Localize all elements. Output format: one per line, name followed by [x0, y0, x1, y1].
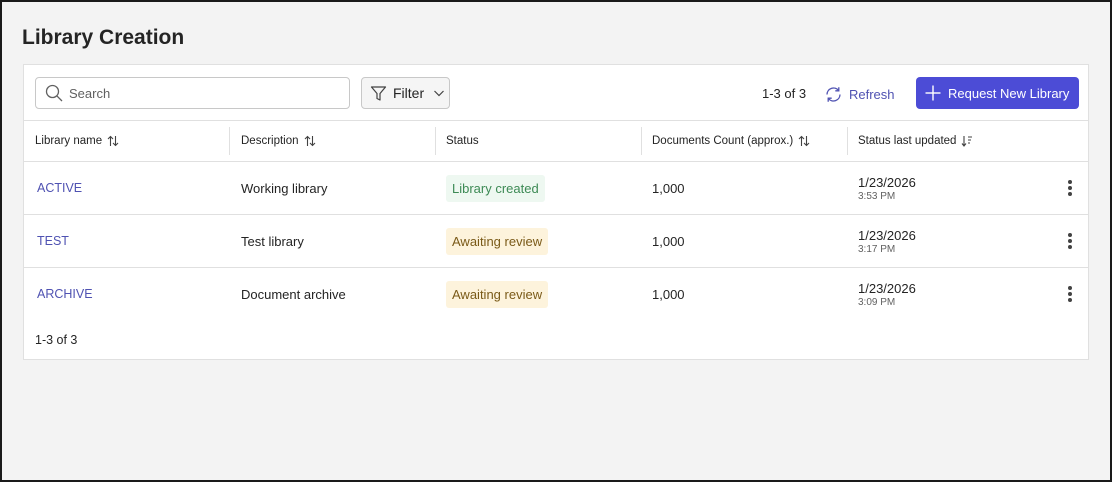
documents-count-cell: 1,000	[652, 180, 685, 196]
column-header-status: Status	[435, 121, 641, 161]
table-row[interactable]: ARCHIVE Document archive Awaiting review…	[24, 268, 1088, 321]
updated-date: 1/23/2026	[858, 280, 916, 296]
status-updated-cell: 1/23/2026 3:53 PM	[858, 162, 916, 214]
sort-icon	[107, 135, 119, 147]
status-badge: Awaiting review	[446, 227, 549, 255]
more-vertical-icon[interactable]	[1064, 178, 1076, 198]
search-box[interactable]	[35, 77, 350, 109]
sort-descending-icon	[961, 135, 973, 147]
updated-time: 3:53 PM	[858, 190, 896, 202]
status-badge: Awaiting review	[446, 280, 549, 308]
column-label: Library name	[35, 135, 103, 147]
library-name-link[interactable]: ARCHIVE	[37, 287, 93, 301]
description-cell: Working library	[241, 180, 328, 196]
search-icon	[45, 84, 63, 102]
footer-pagination-count: 1-3 of 3	[35, 333, 78, 347]
updated-date: 1/23/2026	[858, 227, 916, 243]
updated-time: 3:17 PM	[858, 243, 896, 255]
more-vertical-icon[interactable]	[1064, 284, 1076, 304]
refresh-icon	[824, 85, 843, 104]
request-new-library-label: Request New Library	[948, 85, 1070, 101]
library-table-card: Filter 1-3 of 3 Refresh	[23, 64, 1089, 360]
column-header-description[interactable]: Description	[230, 121, 435, 161]
more-vertical-icon[interactable]	[1064, 231, 1076, 251]
column-header-library-name[interactable]: Library name	[24, 121, 229, 161]
column-label: Status last updated	[858, 135, 957, 147]
table-row[interactable]: ACTIVE Working library Library created 1…	[24, 162, 1088, 215]
column-label: Status	[446, 135, 479, 147]
pagination-count: 1-3 of 3	[762, 86, 807, 101]
description-cell: Test library	[241, 233, 304, 249]
filter-button[interactable]: Filter	[361, 77, 450, 109]
updated-date: 1/23/2026	[858, 174, 916, 190]
filter-icon	[370, 85, 387, 102]
updated-time: 3:09 PM	[858, 296, 896, 308]
request-new-library-button[interactable]: Request New Library	[916, 77, 1079, 109]
status-badge: Library created	[446, 174, 545, 202]
column-header-status-last-updated[interactable]: Status last updated	[847, 121, 1090, 161]
page-title: Library Creation	[22, 26, 185, 49]
documents-count-cell: 1,000	[652, 286, 685, 302]
table-row[interactable]: TEST Test library Awaiting review 1,000 …	[24, 215, 1088, 268]
column-header-documents-count[interactable]: Documents Count (approx.)	[641, 121, 847, 161]
plus-icon	[924, 84, 942, 102]
refresh-label: Refresh	[849, 86, 895, 102]
filter-label: Filter	[393, 85, 425, 101]
library-name-link[interactable]: ACTIVE	[37, 181, 82, 195]
column-label: Description	[241, 135, 299, 147]
column-label: Documents Count (approx.)	[652, 135, 794, 147]
status-updated-cell: 1/23/2026 3:09 PM	[858, 268, 916, 320]
sort-icon	[798, 135, 810, 147]
table-header: Library name Description Status Document…	[24, 120, 1088, 162]
refresh-button[interactable]: Refresh	[824, 83, 895, 105]
library-name-link[interactable]: TEST	[37, 234, 69, 248]
toolbar: Filter 1-3 of 3 Refresh	[24, 65, 1088, 121]
documents-count-cell: 1,000	[652, 233, 685, 249]
description-cell: Document archive	[241, 286, 346, 302]
sort-icon	[304, 135, 316, 147]
chevron-down-icon	[433, 87, 445, 99]
status-updated-cell: 1/23/2026 3:17 PM	[858, 215, 916, 267]
search-input[interactable]	[69, 85, 329, 101]
